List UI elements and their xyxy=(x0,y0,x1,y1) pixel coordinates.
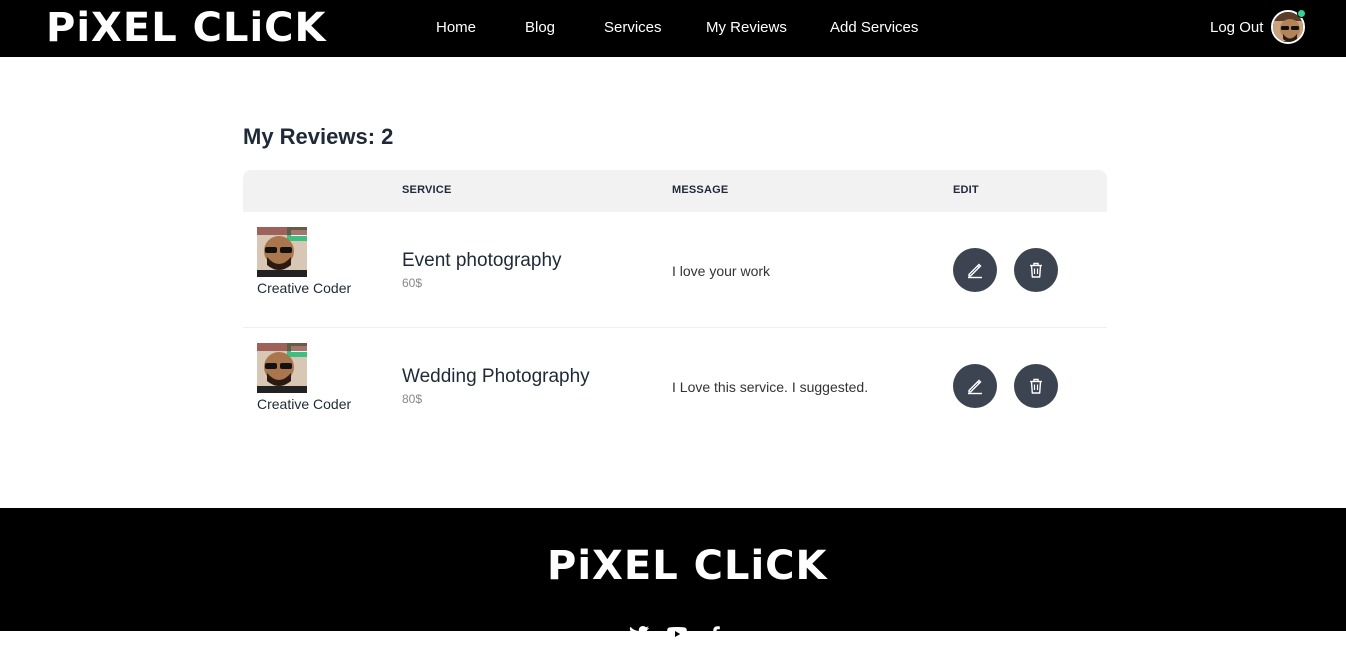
nav-services-link[interactable]: Services xyxy=(604,19,662,36)
reviewer-name: Creative Coder xyxy=(257,396,352,412)
service-price: 60$ xyxy=(402,276,423,290)
reviewer-name: Creative Coder xyxy=(257,280,352,296)
nav-blog-link[interactable]: Blog xyxy=(525,19,555,36)
review-message: I Love this service. I suggested. xyxy=(672,379,869,395)
reviewer-photo xyxy=(257,343,307,393)
reviewer-photo xyxy=(257,227,307,277)
service-name: Event photography xyxy=(402,250,562,271)
reviews-table: SERVICE MESSAGE EDIT Creative Coder Even… xyxy=(243,170,1107,444)
pencil-icon xyxy=(968,379,982,395)
review-message: I love your work xyxy=(672,263,771,279)
navbar: PiXEL CLiCK Home Blog Services My Review… xyxy=(0,0,1346,57)
youtube-icon[interactable] xyxy=(665,622,689,646)
facebook-icon[interactable] xyxy=(703,622,727,646)
trash-icon xyxy=(1030,378,1042,394)
table-header-row: SERVICE MESSAGE EDIT xyxy=(243,170,1107,212)
social-links xyxy=(627,622,727,646)
column-header-message: MESSAGE xyxy=(672,184,729,196)
nav-home-link[interactable]: Home xyxy=(436,19,476,36)
nav-my-reviews-link[interactable]: My Reviews xyxy=(706,19,787,36)
delete-review-button[interactable] xyxy=(1014,248,1058,292)
logout-button[interactable]: Log Out xyxy=(1210,19,1263,36)
delete-review-button[interactable] xyxy=(1014,364,1058,408)
table-row: Creative Coder Wedding Photography 80$ I… xyxy=(243,328,1107,444)
site-logo[interactable]: PiXEL CLiCK xyxy=(46,7,327,49)
footer-logo[interactable]: PiXEL CLiCK xyxy=(547,545,828,587)
edit-review-button[interactable] xyxy=(953,364,997,408)
page-title: My Reviews: 2 xyxy=(243,124,394,149)
footer: PiXEL CLiCK xyxy=(0,508,1346,644)
edit-review-button[interactable] xyxy=(953,248,997,292)
column-header-service: SERVICE xyxy=(402,184,452,196)
online-status-dot xyxy=(1297,9,1306,18)
table-row: Creative Coder Event photography 60$ I l… xyxy=(243,212,1107,328)
trash-icon xyxy=(1030,262,1042,278)
service-name: Wedding Photography xyxy=(402,366,590,387)
twitter-icon[interactable] xyxy=(627,622,651,646)
pencil-icon xyxy=(968,263,982,279)
service-price: 80$ xyxy=(402,392,423,406)
column-header-edit: EDIT xyxy=(953,184,979,196)
nav-add-services-link[interactable]: Add Services xyxy=(830,19,918,36)
